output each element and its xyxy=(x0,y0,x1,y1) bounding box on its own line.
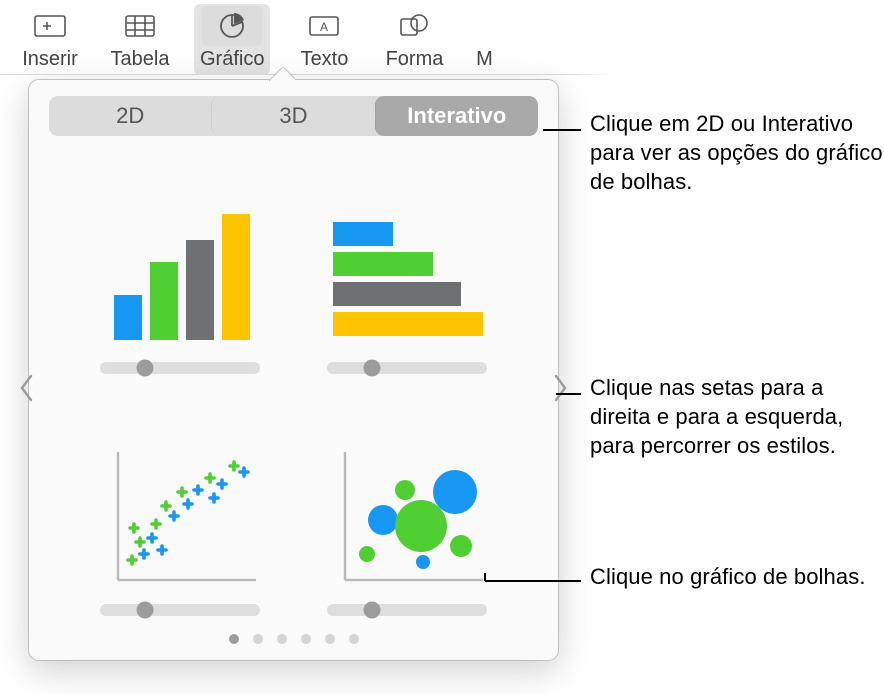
callout-line xyxy=(543,129,581,131)
bubble-chart-icon xyxy=(327,442,487,592)
toolbar-chart-label: Gráfico xyxy=(200,48,264,71)
chart-tile-bar[interactable] xyxy=(311,160,505,376)
toolbar-chart[interactable]: Gráfico xyxy=(194,4,270,75)
insert-icon xyxy=(20,6,80,46)
pager-dot[interactable] xyxy=(301,634,311,644)
chart-picker-popover: 2D 3D Interativo xyxy=(28,79,559,661)
svg-text:A: A xyxy=(320,20,328,34)
toolbar-insert[interactable]: Inserir xyxy=(14,4,86,75)
tab-2d[interactable]: 2D xyxy=(49,96,211,136)
bar-chart-icon xyxy=(327,200,487,350)
scatter-chart-icon xyxy=(100,442,260,592)
generic-icon xyxy=(474,6,494,46)
toolbar-shape-label: Forma xyxy=(386,48,444,71)
toolbar-next-clipped[interactable]: M xyxy=(468,4,500,75)
next-style-button[interactable] xyxy=(546,366,574,410)
pager-dot[interactable] xyxy=(229,634,239,644)
chart-tile-scatter[interactable] xyxy=(83,402,277,618)
style-pager xyxy=(43,622,544,652)
popover-arrow xyxy=(269,67,295,81)
callout-line xyxy=(556,393,581,395)
chart-grid xyxy=(43,154,544,622)
tab-interactive[interactable]: Interativo xyxy=(375,96,538,136)
callout-line xyxy=(484,573,486,581)
slider-thumb[interactable] xyxy=(364,360,381,377)
callout-arrows: Clique nas setas para a direita e para a… xyxy=(590,373,884,460)
toolbar-fade xyxy=(568,0,884,75)
chart-tile-bubble[interactable] xyxy=(311,402,505,618)
slider-thumb[interactable] xyxy=(136,602,153,619)
pager-dot[interactable] xyxy=(253,634,263,644)
slider-thumb[interactable] xyxy=(136,360,153,377)
chart-tile-slider[interactable] xyxy=(100,360,260,376)
toolbar-insert-label: Inserir xyxy=(22,48,78,71)
chart-tile-slider[interactable] xyxy=(100,602,260,618)
toolbar-shape[interactable]: Forma xyxy=(378,4,450,75)
toolbar-table-label: Tabela xyxy=(111,48,170,71)
textbox-icon: A xyxy=(294,6,354,46)
toolbar-next-label: M xyxy=(476,48,493,71)
chevron-right-icon xyxy=(551,373,569,403)
pager-dot[interactable] xyxy=(349,634,359,644)
column-chart-icon xyxy=(100,200,260,350)
chart-tile-slider[interactable] xyxy=(327,602,487,618)
callout-bubble: Clique no gráfico de bolhas. xyxy=(590,562,866,591)
pie-chart-icon xyxy=(202,6,262,46)
chart-tile-slider[interactable] xyxy=(327,360,487,376)
callout-line xyxy=(485,580,581,582)
chart-tile-column[interactable] xyxy=(83,160,277,376)
prev-style-button[interactable] xyxy=(13,366,41,410)
slider-thumb[interactable] xyxy=(364,602,381,619)
chart-type-segmented: 2D 3D Interativo xyxy=(49,96,538,136)
callout-tabs: Clique em 2D ou Interativo para ver as o… xyxy=(590,109,884,196)
chevron-left-icon xyxy=(18,373,36,403)
toolbar-text[interactable]: A Texto xyxy=(288,4,360,75)
toolbar-table[interactable]: Tabela xyxy=(104,4,176,75)
tab-3d[interactable]: 3D xyxy=(211,96,374,136)
table-icon xyxy=(110,6,170,46)
pager-dot[interactable] xyxy=(277,634,287,644)
pager-dot[interactable] xyxy=(325,634,335,644)
toolbar-text-label: Texto xyxy=(301,48,349,71)
shape-icon xyxy=(384,6,444,46)
